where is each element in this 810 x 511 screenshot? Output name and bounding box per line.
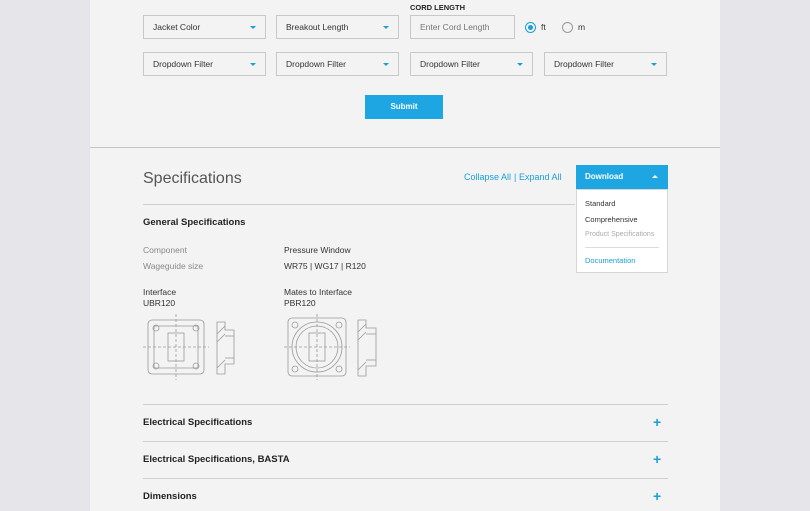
chevron-down-icon [250,26,256,29]
dropdown-label: Dropdown Filter [153,59,213,69]
waveguide-size-value: WR75 | WG17 | R120 [284,261,366,271]
dropdown-label: Dropdown Filter [286,59,346,69]
plus-icon[interactable]: + [653,489,661,503]
section-divider [143,404,668,405]
dimensions-header[interactable]: Dimensions [143,491,197,502]
unit-m-radio[interactable] [562,22,573,33]
dropdown-filter-4[interactable]: Dropdown Filter [544,52,667,76]
chevron-down-icon [250,63,256,66]
mates-to-interface-drawing [284,314,377,380]
electrical-specifications-basta-header[interactable]: Electrical Specifications, BASTA [143,454,290,465]
jacket-color-dropdown[interactable]: Jacket Color [143,15,266,39]
expand-all-link[interactable]: Expand All [519,172,562,182]
download-menu: Standard Comprehensive Product Specifica… [576,189,668,273]
unit-m-label: m [578,22,586,32]
documentation-link[interactable]: Documentation [585,256,635,265]
cord-length-heading: CORD LENGTH [410,3,465,12]
electrical-specifications-header[interactable]: Electrical Specifications [143,417,252,428]
plus-icon[interactable]: + [653,415,661,429]
breakout-length-dropdown[interactable]: Breakout Length [276,15,399,39]
submit-button[interactable]: Submit [365,95,443,119]
menu-divider [585,247,659,248]
mates-to-interface-label: Mates to Interface [284,287,353,297]
unit-ft-label: ft [541,22,546,32]
collapse-all-link[interactable]: Collapse All [464,172,511,182]
section-divider [90,147,720,148]
section-divider [143,441,668,442]
chevron-down-icon [383,26,389,29]
dropdown-label: Dropdown Filter [554,59,614,69]
component-label: Component [143,245,187,255]
component-value: Pressure Window [284,245,351,255]
download-button[interactable]: Download [576,165,668,189]
download-standard-item[interactable]: Standard [585,199,615,208]
mates-to-interface-value: PBR120 [284,298,316,308]
link-separator: | [514,172,517,182]
chevron-down-icon [517,63,523,66]
waveguide-size-label: Wageguide size [143,261,204,271]
section-divider [143,478,668,479]
chevron-down-icon [651,63,657,66]
interface-label: Interface [143,287,177,297]
interface-value: UBR120 [143,298,176,308]
dropdown-filter-2[interactable]: Dropdown Filter [276,52,399,76]
general-specifications-heading: General Specifications [143,217,246,228]
interface-drawing [143,314,235,380]
download-comprehensive-item[interactable]: Comprehensive [585,215,638,224]
chevron-up-icon [652,175,658,178]
header-divider [143,204,575,205]
dropdown-label: Dropdown Filter [420,59,480,69]
dropdown-label: Jacket Color [153,22,201,32]
cord-length-input[interactable] [410,15,515,39]
unit-ft-radio[interactable] [525,22,536,33]
download-product-specifications-item: Product Specifications [585,231,655,238]
dropdown-filter-3[interactable]: Dropdown Filter [410,52,533,76]
plus-icon[interactable]: + [653,452,661,466]
dropdown-filter-1[interactable]: Dropdown Filter [143,52,266,76]
specifications-title: Specifications [143,170,242,187]
chevron-down-icon [383,63,389,66]
dropdown-label: Breakout Length [286,22,349,32]
page-content: Jacket Color Breakout Length CORD LENGTH… [90,0,720,511]
download-label: Download [585,172,624,181]
